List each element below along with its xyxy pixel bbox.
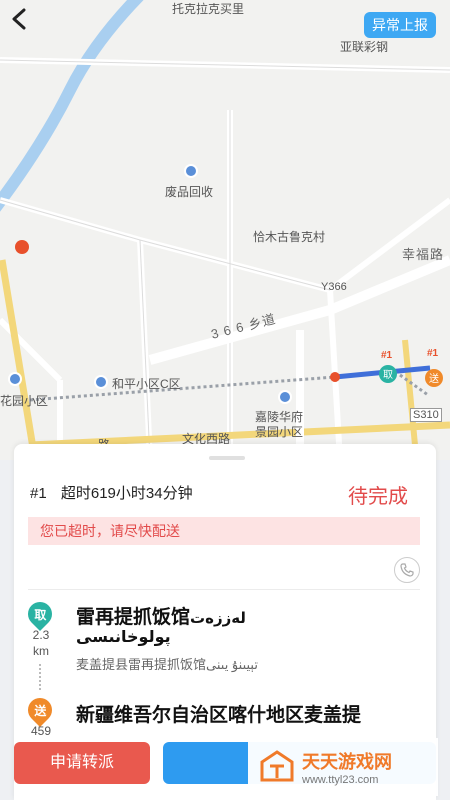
- back-arrow-icon: [12, 8, 26, 30]
- route-badge-pickup: #1: [381, 350, 393, 361]
- poi-icon: [8, 372, 22, 386]
- pickup-shop-name-ug: پولوخانىسى: [76, 629, 171, 646]
- poi-icon: [184, 164, 198, 178]
- map-label-jingyuan: 景园小区: [255, 425, 304, 439]
- map-label-road-code: Y366: [321, 281, 347, 293]
- delivery-address: 新疆维吾尔自治区喀什地区麦盖提: [76, 705, 362, 726]
- poi-icon: [94, 375, 108, 389]
- watermark-url: www.ttyl23.com: [302, 774, 379, 786]
- drag-handle[interactable]: [209, 456, 245, 460]
- pickup-icon: 取: [23, 597, 57, 631]
- pickup-shop-name: 雷再提抓饭馆لەززەت: [76, 607, 246, 628]
- report-exception-button[interactable]: 异常上报: [364, 12, 436, 38]
- map-view[interactable]: 取 送 托克拉克买里 亚联彩钢 废品回收 恰木古鲁克村 Y366 幸福路 3 6…: [0, 0, 450, 460]
- map-label-s310: S310: [410, 408, 442, 422]
- map-label-recycle: 废品回收: [165, 185, 214, 199]
- order-status: 待完成: [348, 486, 408, 508]
- pickup-distance-value: 2.3: [32, 628, 50, 642]
- route-badge-delivery: #1: [427, 348, 439, 359]
- delivery-map-marker[interactable]: 送: [425, 369, 443, 387]
- order-header: #1 超时619小时34分钟: [30, 482, 203, 503]
- map-label-heping: 和平小区C区: [112, 377, 181, 391]
- map-label-steel: 亚联彩钢: [340, 40, 389, 54]
- svg-text:送: 送: [429, 372, 439, 385]
- watermark-title: 天天游戏网: [302, 752, 392, 772]
- delivery-icon: 送: [23, 693, 57, 727]
- route-connector: [39, 664, 43, 690]
- poi-icon: [278, 390, 292, 404]
- watermark: 天天游戏网 www.ttyl23.com: [248, 738, 438, 796]
- map-label-top: 托克拉克买里: [172, 2, 245, 16]
- map-label-garden: 花园小区: [0, 394, 49, 408]
- overtime-text: 超时619小时34分钟: [60, 485, 193, 502]
- pickup-distance-unit: km: [33, 644, 49, 658]
- watermark-logo-icon: [260, 750, 294, 782]
- overtime-alert: 您已超时，请尽快配送: [28, 517, 420, 545]
- order-number: #1: [30, 485, 47, 502]
- phone-icon: [400, 563, 414, 577]
- map-label-xingfu-road: 幸福路: [402, 247, 445, 262]
- apply-transfer-button[interactable]: 申请转派: [14, 742, 150, 784]
- divider: [28, 589, 420, 590]
- call-button[interactable]: [394, 557, 420, 583]
- svg-text:取: 取: [383, 369, 393, 381]
- back-button[interactable]: [10, 8, 44, 42]
- pickup-address: 麦盖提县雷再提抓饭馆تېيىنۇ يىنى: [76, 657, 258, 672]
- map-label-village: 恰木古鲁克村: [253, 230, 326, 244]
- pickup-map-marker[interactable]: 取: [379, 365, 397, 383]
